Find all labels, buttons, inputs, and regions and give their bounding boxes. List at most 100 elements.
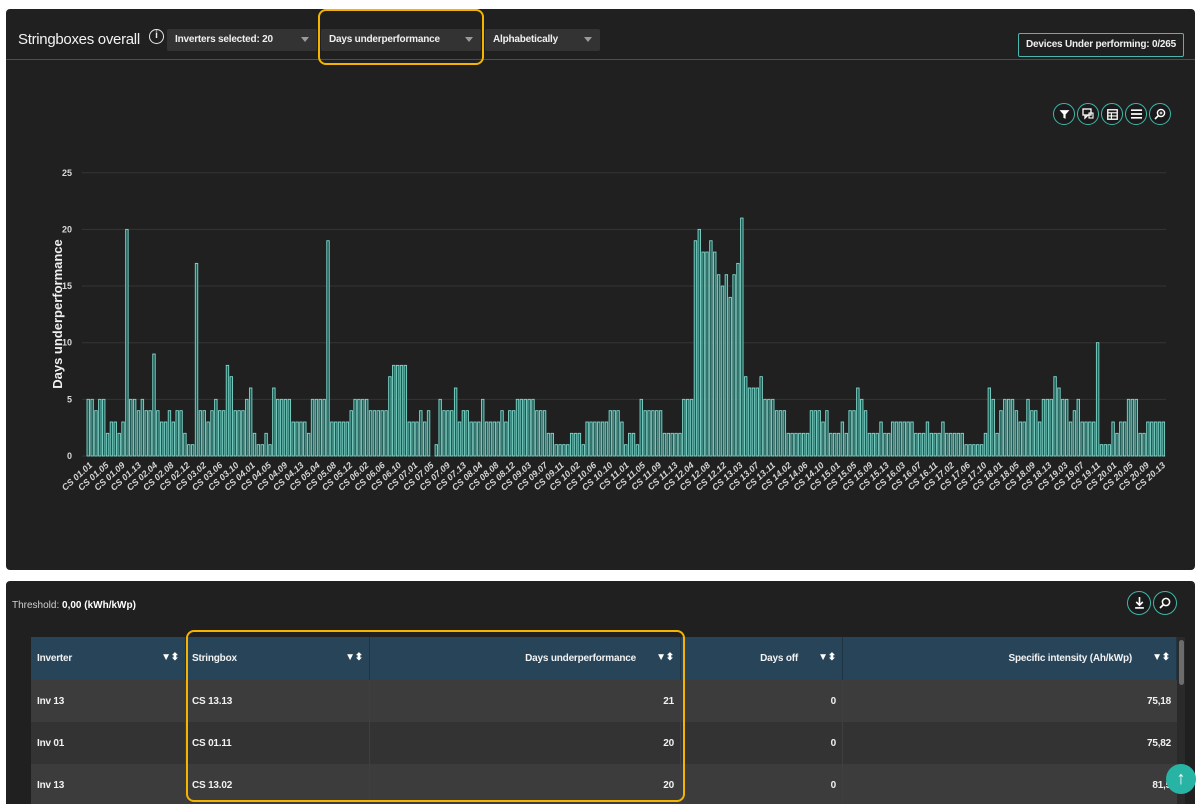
y-tick-label: 0 <box>67 451 72 461</box>
bar <box>631 432 636 457</box>
filter-sort-icon[interactable]: ▼⬍ <box>161 652 179 663</box>
bar <box>960 432 964 457</box>
bar <box>728 296 732 457</box>
bar <box>1126 398 1131 457</box>
bar <box>407 421 411 457</box>
filter-sort-icon[interactable]: ▼⬍ <box>818 652 836 663</box>
threshold-label: Threshold: <box>12 600 60 611</box>
bar <box>303 421 307 457</box>
bar <box>105 432 110 457</box>
bar <box>589 421 593 457</box>
bar <box>995 432 999 457</box>
bar <box>786 432 790 457</box>
bar <box>624 444 628 457</box>
bar <box>152 353 156 457</box>
bar <box>1142 432 1146 457</box>
bar <box>276 398 280 457</box>
bar <box>1080 421 1084 457</box>
bar <box>585 421 589 457</box>
bar <box>1037 421 1042 457</box>
threshold-value: 0,00 (kWh/kWp) <box>62 600 136 611</box>
bar <box>1107 444 1111 457</box>
bar <box>798 432 802 457</box>
bar <box>121 421 125 457</box>
bar <box>1099 444 1104 457</box>
bar <box>790 432 794 457</box>
bar <box>1006 398 1011 457</box>
bar <box>945 432 949 457</box>
bar <box>256 444 261 457</box>
cell-inverter: Inv 01 <box>31 722 186 764</box>
bar <box>326 240 330 457</box>
bar <box>1003 398 1007 457</box>
bar <box>252 432 257 457</box>
bar <box>330 421 334 457</box>
bar <box>732 274 736 457</box>
bar <box>875 432 879 457</box>
download-icon[interactable] <box>1127 591 1151 615</box>
bar <box>477 421 481 457</box>
bar <box>887 432 891 457</box>
bar <box>453 387 458 457</box>
bar <box>782 410 787 457</box>
bar <box>225 364 230 457</box>
bar <box>836 432 841 457</box>
bar <box>268 444 272 457</box>
col-inverter[interactable]: Inverter ▼⬍ <box>31 637 186 680</box>
bar <box>156 410 160 457</box>
bar <box>651 410 655 457</box>
bar <box>720 285 725 457</box>
bar <box>1018 421 1022 457</box>
bar <box>1061 398 1065 457</box>
bar <box>349 410 353 457</box>
bar <box>287 398 292 457</box>
bar <box>1153 421 1158 457</box>
bar <box>473 421 477 457</box>
bar <box>361 398 365 457</box>
col-days-off[interactable]: Days off ▼⬍ <box>681 637 843 680</box>
bar <box>987 387 992 457</box>
bar <box>736 262 740 457</box>
bar <box>90 398 94 457</box>
bar <box>774 410 779 457</box>
bar <box>419 410 423 457</box>
bar <box>218 410 222 457</box>
scroll-to-top-button[interactable]: ↑ <box>1166 764 1196 794</box>
col-specific-intensity[interactable]: Specific intensity (Ah/kWp) ▼⬍ <box>843 637 1177 680</box>
bar <box>655 410 659 457</box>
highlight-box-table <box>186 630 685 802</box>
bar <box>376 410 380 457</box>
bar <box>744 376 748 457</box>
bar <box>1138 432 1142 457</box>
bar <box>1030 410 1034 457</box>
cell-inverter: Inv 13 <box>31 764 186 804</box>
bar <box>697 228 701 457</box>
bar <box>840 421 845 457</box>
bar <box>666 432 671 457</box>
bar <box>117 432 121 457</box>
bar <box>979 444 984 457</box>
bar <box>314 398 319 457</box>
search-icon[interactable] <box>1153 591 1177 615</box>
threshold: Threshold: 0,00 (kWh/kWp) <box>12 600 136 611</box>
bar <box>357 398 361 457</box>
bar <box>848 410 852 457</box>
bar <box>863 410 868 457</box>
bar <box>558 444 562 457</box>
bar <box>577 432 582 457</box>
table-scrollbar-thumb[interactable] <box>1179 640 1184 685</box>
bar <box>1146 421 1150 457</box>
filter-sort-icon[interactable]: ▼⬍ <box>1152 652 1170 663</box>
bar <box>399 364 404 457</box>
bar <box>392 364 396 457</box>
bar <box>194 262 199 457</box>
bar <box>283 398 288 457</box>
bar <box>492 421 496 457</box>
bar <box>388 376 392 457</box>
bar <box>334 421 338 457</box>
bar <box>825 410 829 457</box>
cell-specific-intensity: 75,82 <box>1146 737 1171 749</box>
bar <box>190 444 195 457</box>
bar <box>1076 398 1080 457</box>
bar <box>832 432 837 457</box>
